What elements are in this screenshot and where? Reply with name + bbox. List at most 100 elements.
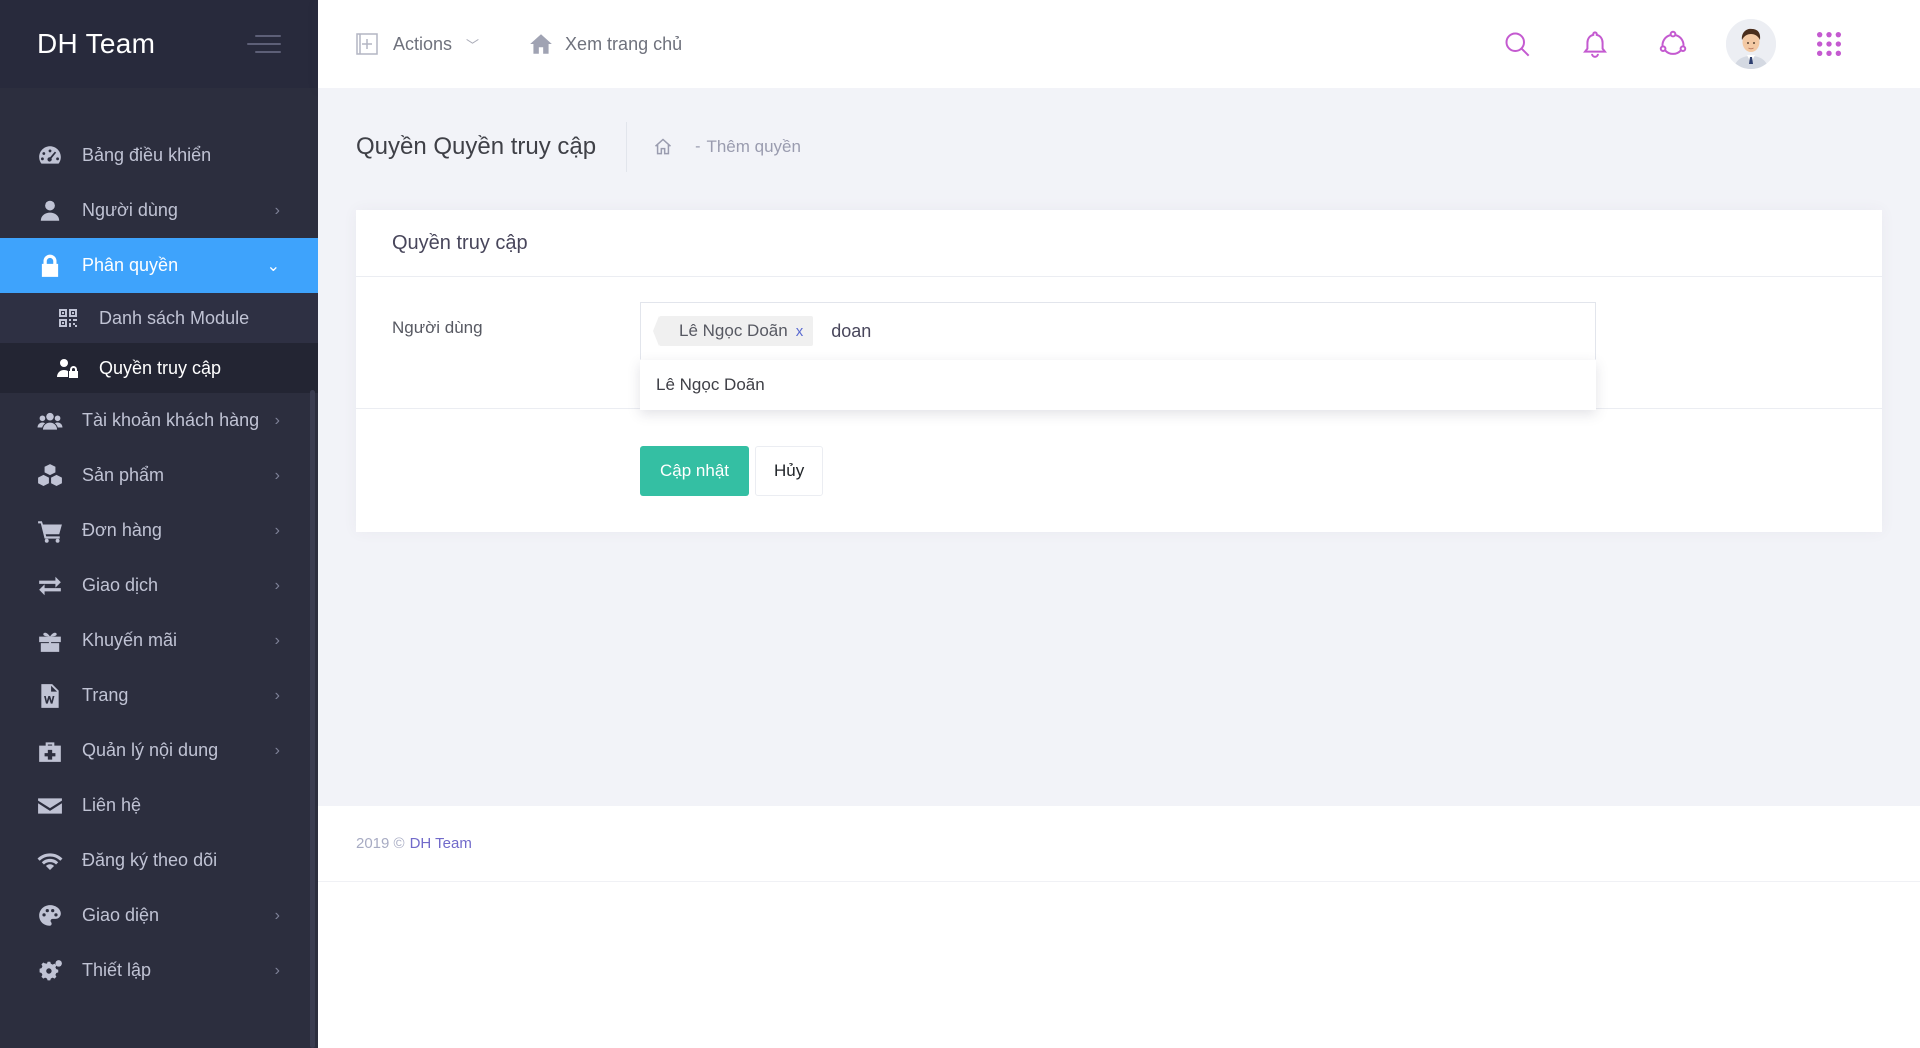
sidebar-subitem-label: Danh sách Module bbox=[99, 307, 250, 328]
update-button[interactable]: Cập nhật bbox=[640, 446, 749, 496]
user-field-row: Người dùng Lê Ngọc Doãn x Lê Ngọc Doãn bbox=[356, 276, 1882, 410]
chevron-right-icon: › bbox=[274, 961, 280, 979]
apps-grid-icon[interactable] bbox=[1790, 30, 1868, 58]
form-actions: Cập nhật Hủy bbox=[640, 446, 824, 496]
users-icon bbox=[36, 407, 64, 435]
user-icon bbox=[36, 197, 64, 225]
sidebar-item-label: Giao dịch bbox=[82, 575, 159, 595]
sidebar-item-transactions[interactable]: Giao dịch › bbox=[0, 558, 318, 613]
sidebar-scrollbar[interactable] bbox=[310, 390, 315, 1048]
chevron-right-icon: › bbox=[274, 466, 280, 484]
footer-copyright: 2019 © bbox=[356, 835, 405, 852]
sidebar-item-label: Người dùng bbox=[82, 200, 178, 220]
chevron-down-icon: ﹀ bbox=[466, 37, 480, 53]
sidebar: DH Team Bảng điều khiển Người dùng › Phâ… bbox=[0, 0, 318, 1048]
avatar[interactable] bbox=[1726, 19, 1776, 69]
footer: 2019 © DH Team bbox=[318, 806, 1920, 882]
footer-brand-link[interactable]: DH Team bbox=[410, 835, 472, 852]
cancel-button[interactable]: Hủy bbox=[755, 446, 824, 496]
sidebar-item-promotions[interactable]: Khuyến mãi › bbox=[0, 613, 318, 668]
sidebar-item-products[interactable]: Sản phẩm › bbox=[0, 448, 318, 503]
dashboard-icon bbox=[36, 142, 64, 170]
wifi-icon bbox=[36, 847, 64, 875]
access-rights-form: Quyền truy cập Người dùng Lê Ngọc Doãn x… bbox=[356, 210, 1882, 532]
sidebar-subitem-access-rights[interactable]: Quyền truy cập bbox=[0, 343, 318, 393]
sidebar-item-label: Khuyến mãi bbox=[82, 630, 178, 650]
sidebar-item-dashboard[interactable]: Bảng điều khiển bbox=[0, 128, 318, 183]
sidebar-item-pages[interactable]: Trang › bbox=[0, 668, 318, 723]
portlet-title: Quyền truy cập bbox=[392, 231, 528, 254]
sidebar-subitem-label: Quyền truy cập bbox=[99, 357, 222, 378]
sidebar-item-label: Trang bbox=[82, 685, 129, 705]
page-title: Quyền Quyền truy cập bbox=[356, 122, 628, 172]
suggestion-option[interactable]: Lê Ngọc Doãn bbox=[656, 375, 765, 395]
view-homepage-link[interactable]: Xem trang chủ bbox=[527, 31, 682, 57]
brand-name[interactable]: DH Team bbox=[37, 28, 155, 60]
sidebar-item-settings[interactable]: Thiết lập › bbox=[0, 943, 318, 998]
selected-user-tag-label: Lê Ngọc Doãn bbox=[679, 321, 788, 340]
add-square-icon bbox=[356, 33, 378, 55]
cart-icon bbox=[36, 517, 64, 545]
header-tools bbox=[1478, 0, 1868, 88]
sidebar-item-label: Đăng ký theo dõi bbox=[82, 850, 218, 870]
exchange-icon bbox=[36, 572, 64, 600]
actions-label: Actions bbox=[393, 33, 453, 54]
chevron-right-icon: › bbox=[274, 741, 280, 759]
chevron-right-icon: › bbox=[274, 631, 280, 649]
sidebar-item-label: Quản lý nội dung bbox=[82, 740, 219, 760]
sidebar-item-permissions[interactable]: Phân quyền ⌄ bbox=[0, 238, 318, 293]
sidebar-item-label: Thiết lập bbox=[82, 960, 152, 980]
sidebar-item-label: Giao diện bbox=[82, 905, 160, 925]
breadcrumb-add-permission[interactable]: Thêm quyền bbox=[706, 137, 801, 157]
chevron-right-icon: › bbox=[274, 201, 280, 219]
user-field-label: Người dùng bbox=[392, 318, 483, 337]
chevron-right-icon: › bbox=[274, 576, 280, 594]
medkit-icon bbox=[36, 737, 64, 765]
sidebar-item-label: Tài khoản khách hàng bbox=[82, 410, 260, 430]
user-search-input[interactable] bbox=[829, 319, 1134, 343]
search-icon[interactable] bbox=[1478, 30, 1556, 58]
user-lock-icon bbox=[55, 355, 81, 381]
sidebar-item-content-management[interactable]: Quản lý nội dung › bbox=[0, 723, 318, 778]
chevron-right-icon: › bbox=[274, 906, 280, 924]
share-nodes-icon[interactable] bbox=[1634, 30, 1712, 58]
gift-icon bbox=[36, 627, 64, 655]
hamburger-icon[interactable] bbox=[247, 35, 281, 53]
breadcrumb-home-icon[interactable] bbox=[653, 137, 673, 157]
sidebar-item-contact[interactable]: Liên hệ bbox=[0, 778, 318, 833]
sidebar-menu: Bảng điều khiển Người dùng › Phân quyền … bbox=[0, 88, 318, 998]
lock-icon bbox=[36, 252, 64, 280]
brand-bar: DH Team bbox=[0, 0, 318, 88]
chevron-right-icon: › bbox=[274, 411, 280, 429]
envelope-icon bbox=[36, 792, 64, 820]
sidebar-item-appearance[interactable]: Giao diện › bbox=[0, 888, 318, 943]
breadcrumb-separator: - bbox=[695, 138, 701, 155]
sidebar-item-orders[interactable]: Đơn hàng › bbox=[0, 503, 318, 558]
file-word-icon bbox=[36, 682, 64, 710]
qrcode-icon bbox=[55, 305, 81, 331]
sidebar-item-customer-accounts[interactable]: Tài khoản khách hàng › bbox=[0, 393, 318, 448]
chevron-right-icon: › bbox=[274, 686, 280, 704]
home-icon bbox=[530, 34, 552, 54]
sidebar-subitem-module-list[interactable]: Danh sách Module bbox=[0, 293, 318, 343]
sidebar-item-label: Bảng điều khiển bbox=[82, 145, 212, 165]
palette-icon bbox=[36, 902, 64, 930]
main-content: Quyền Quyền truy cập - Thêm quyền Quyền … bbox=[318, 88, 1920, 806]
sidebar-item-users[interactable]: Người dùng › bbox=[0, 183, 318, 238]
sidebar-item-label: Liên hệ bbox=[82, 795, 142, 815]
sidebar-item-label: Sản phẩm bbox=[82, 465, 165, 485]
portlet-header: Quyền truy cập bbox=[356, 210, 1882, 277]
cubes-icon bbox=[36, 462, 64, 490]
subheader: Quyền Quyền truy cập - Thêm quyền bbox=[356, 122, 801, 172]
sidebar-item-subscriptions[interactable]: Đăng ký theo dõi bbox=[0, 833, 318, 888]
bell-icon[interactable] bbox=[1556, 30, 1634, 58]
cogs-icon bbox=[36, 957, 64, 985]
top-header: Actions ﹀ Xem trang chủ bbox=[318, 0, 1920, 88]
remove-tag-button[interactable]: x bbox=[796, 323, 804, 340]
sidebar-item-label: Phân quyền bbox=[82, 255, 179, 275]
user-tag-select[interactable]: Lê Ngọc Doãn x bbox=[640, 302, 1596, 360]
chevron-down-icon: ⌄ bbox=[266, 257, 280, 275]
sidebar-item-label: Đơn hàng bbox=[82, 520, 162, 540]
selected-user-tag: Lê Ngọc Doãn x bbox=[652, 316, 814, 346]
actions-dropdown[interactable]: Actions ﹀ bbox=[355, 32, 479, 56]
